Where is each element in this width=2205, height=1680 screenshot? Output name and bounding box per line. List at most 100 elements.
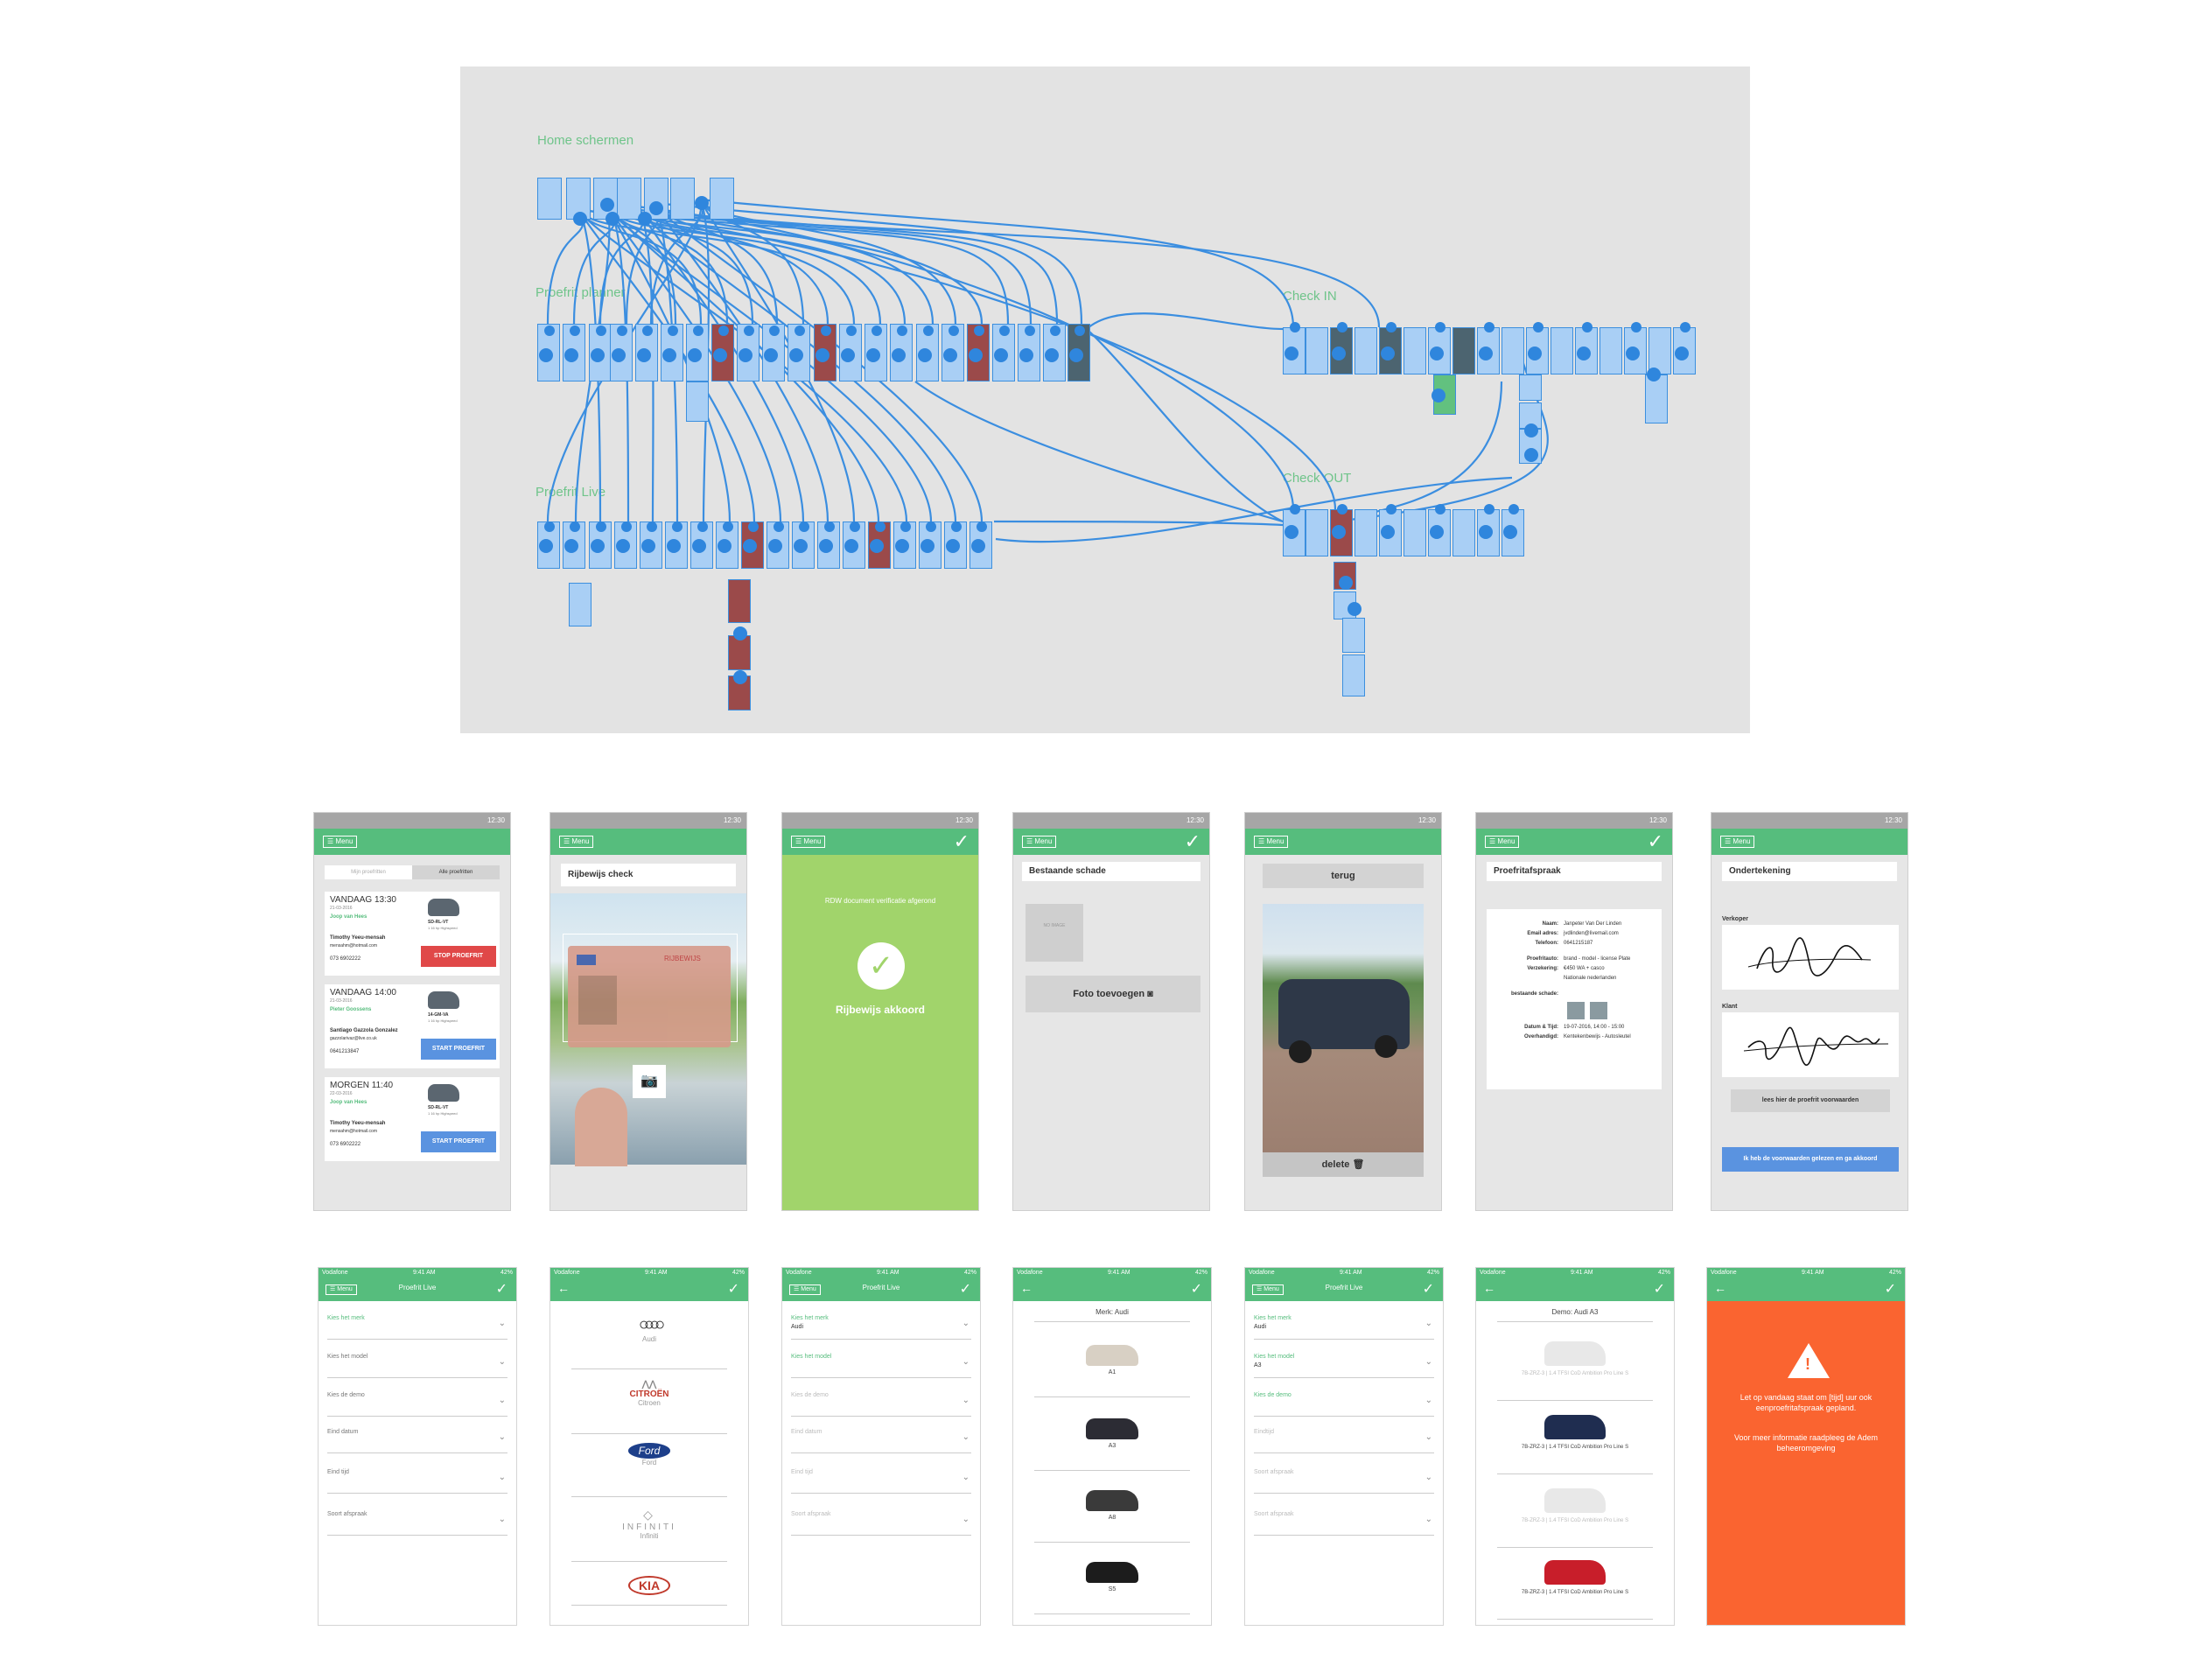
flow-connector-node[interactable] [1524, 424, 1538, 438]
flow-connector-node[interactable] [870, 539, 884, 553]
damage-thumbnail[interactable] [1590, 1002, 1607, 1019]
flow-connector-node[interactable] [1508, 504, 1519, 514]
flow-connector-node[interactable] [1430, 525, 1444, 539]
flow-connector-node[interactable] [641, 539, 655, 553]
flow-connector-node[interactable] [672, 522, 682, 532]
flow-connector-node[interactable] [693, 326, 704, 336]
flow-connector-node[interactable] [1050, 326, 1060, 336]
confirm-check-icon[interactable]: ✓ [1648, 831, 1663, 852]
flow-connector-node[interactable] [789, 348, 803, 362]
flow-connector-node[interactable] [744, 326, 754, 336]
flow-connector-node[interactable] [846, 326, 857, 336]
brand-item[interactable]: Ford Ford [571, 1443, 727, 1497]
flow-connector-node[interactable] [1432, 388, 1446, 402]
flow-connector-node[interactable] [616, 539, 630, 553]
flow-connector-node[interactable] [1479, 346, 1493, 360]
menu-button[interactable]: ☰ Menu [1254, 836, 1289, 848]
form-select[interactable]: Kies het model ⌄ [791, 1352, 971, 1378]
menu-button[interactable]: ☰ Menu [1720, 836, 1755, 848]
back-button[interactable]: terug [1263, 864, 1424, 888]
model-item[interactable]: S5 [1034, 1551, 1190, 1614]
flow-connector-node[interactable] [600, 198, 614, 212]
flow-screen-thumbnail[interactable] [1600, 327, 1622, 374]
client-signature-pad[interactable] [1722, 1012, 1899, 1077]
flow-connector-node[interactable] [866, 348, 880, 362]
form-select[interactable]: Soort afspraak ⌄ [327, 1509, 508, 1536]
flow-connector-node[interactable] [570, 522, 580, 532]
flow-screen-thumbnail[interactable] [1502, 327, 1524, 374]
flow-connector-node[interactable] [544, 326, 555, 336]
flow-connector-node[interactable] [606, 212, 620, 226]
form-select[interactable]: Eind tijd ⌄ [791, 1467, 971, 1494]
flow-connector-node[interactable] [1074, 326, 1085, 336]
confirm-check-icon[interactable]: ✓ [728, 1280, 739, 1298]
flow-screen-thumbnail[interactable] [1404, 509, 1426, 556]
flow-connector-node[interactable] [1348, 602, 1362, 616]
flow-connector-node[interactable] [738, 348, 752, 362]
flow-screen-thumbnail[interactable] [1342, 654, 1365, 696]
flow-connector-node[interactable] [974, 326, 984, 336]
flow-connector-node[interactable] [570, 326, 580, 336]
flow-connector-node[interactable] [612, 348, 626, 362]
flow-connector-node[interactable] [875, 522, 886, 532]
confirm-check-icon[interactable]: ✓ [1885, 1280, 1896, 1298]
model-item[interactable]: A1 [1034, 1334, 1190, 1397]
flow-connector-node[interactable] [1528, 346, 1542, 360]
confirm-check-icon[interactable]: ✓ [960, 1280, 971, 1298]
confirm-check-icon[interactable]: ✓ [954, 831, 970, 852]
flow-connector-node[interactable] [872, 326, 882, 336]
menu-button[interactable]: ☰ Menu [1022, 836, 1057, 848]
flow-connector-node[interactable] [841, 348, 855, 362]
flow-connector-node[interactable] [799, 522, 809, 532]
flow-connector-node[interactable] [667, 539, 681, 553]
flow-connector-node[interactable] [850, 522, 860, 532]
flow-connector-node[interactable] [1582, 322, 1592, 332]
form-select[interactable]: Eind datum ⌄ [327, 1427, 508, 1453]
flow-connector-node[interactable] [1284, 525, 1298, 539]
flow-screen-thumbnail[interactable] [728, 579, 751, 623]
flow-connector-node[interactable] [1069, 348, 1083, 362]
flow-connector-node[interactable] [1631, 322, 1642, 332]
flow-connector-node[interactable] [718, 326, 729, 336]
form-select[interactable]: Soort afspraak ⌄ [791, 1509, 971, 1536]
form-select[interactable]: Kies het merk ⌄ [327, 1313, 508, 1340]
brand-item[interactable]: ○○○○ Audi [571, 1315, 727, 1369]
back-arrow-icon[interactable]: ← [1020, 1281, 1032, 1295]
flow-connector-node[interactable] [816, 348, 830, 362]
flow-connector-node[interactable] [1626, 346, 1640, 360]
flow-connector-node[interactable] [637, 348, 651, 362]
flow-connector-node[interactable] [564, 348, 578, 362]
confirm-check-icon[interactable]: ✓ [496, 1280, 508, 1298]
brand-item[interactable]: ⋀⋀ CITROËN Citroen [571, 1380, 727, 1434]
flow-connector-node[interactable] [923, 326, 934, 336]
flow-connector-node[interactable] [688, 348, 702, 362]
flow-connector-node[interactable] [1290, 504, 1300, 514]
flow-connector-node[interactable] [1430, 346, 1444, 360]
flow-connector-node[interactable] [642, 326, 653, 336]
flow-connector-node[interactable] [943, 348, 957, 362]
flow-connector-node[interactable] [897, 326, 907, 336]
seller-signature-pad[interactable] [1722, 925, 1899, 990]
back-arrow-icon[interactable]: ← [557, 1281, 570, 1295]
flow-connector-node[interactable] [564, 539, 578, 553]
form-select[interactable]: Kies de demo ⌄ [1254, 1390, 1434, 1417]
flow-connector-node[interactable] [617, 326, 627, 336]
flow-connector-node[interactable] [1332, 346, 1346, 360]
flow-connector-node[interactable] [1435, 322, 1446, 332]
agree-button[interactable]: Ik heb de voorwaarden gelezen en ga akko… [1722, 1147, 1899, 1172]
flow-connector-node[interactable] [920, 539, 934, 553]
flow-screen-thumbnail[interactable] [1452, 327, 1475, 374]
flow-connector-node[interactable] [713, 348, 727, 362]
flow-connector-node[interactable] [1386, 504, 1396, 514]
flow-connector-node[interactable] [1284, 346, 1298, 360]
flow-connector-node[interactable] [1025, 326, 1035, 336]
flow-connector-node[interactable] [596, 326, 606, 336]
proefrit-action-button[interactable]: STOP PROEFRIT [421, 946, 496, 967]
flow-connector-node[interactable] [1484, 322, 1494, 332]
flow-connector-node[interactable] [697, 522, 708, 532]
flow-connector-node[interactable] [1577, 346, 1591, 360]
flow-connector-node[interactable] [638, 212, 652, 226]
flow-connector-node[interactable] [918, 348, 932, 362]
flow-connector-node[interactable] [764, 348, 778, 362]
form-select[interactable]: Soort afspraak ⌄ [1254, 1509, 1434, 1536]
